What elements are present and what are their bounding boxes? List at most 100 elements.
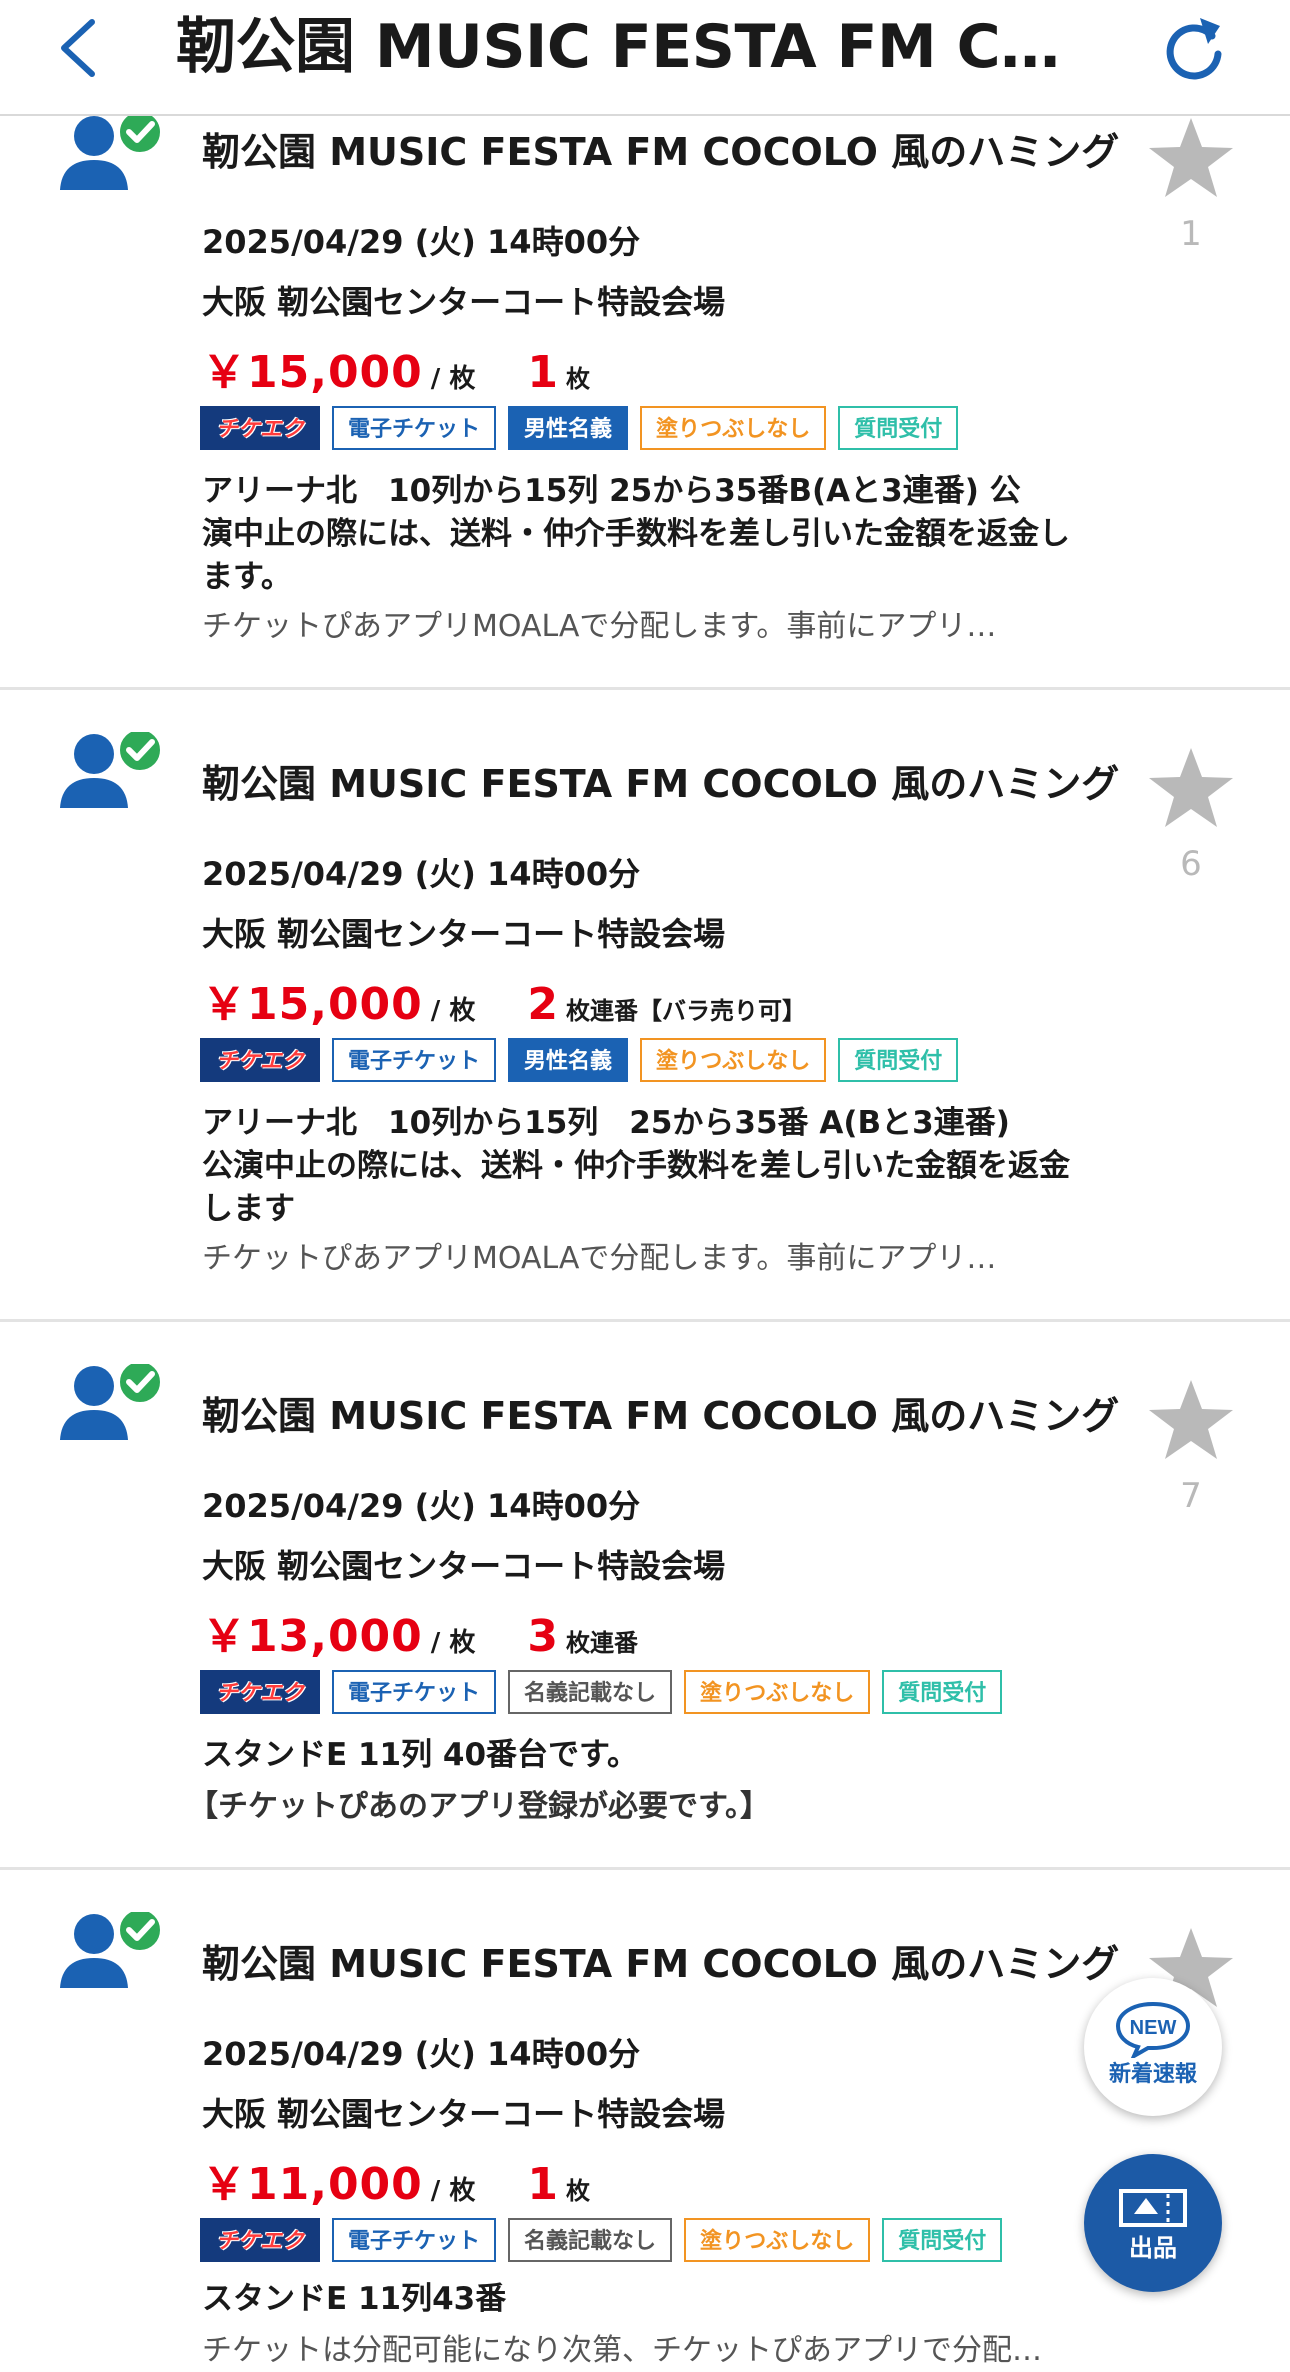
tag-list: チケエク 電子チケット 男性名義 塗りつぶしなし 質問受付 [200,1038,959,1088]
chevron-left-icon[interactable] [52,18,112,78]
event-date: 2025/04/29 (火) 14時00分 [202,223,641,261]
tag-questions: 質問受付 [882,1670,1003,1714]
favorite-button[interactable]: 7 [1146,1378,1236,1516]
favorite-count: 7 [1180,1476,1202,1516]
tag-list: チケエク 電子チケット 名義記載なし 塗りつぶしなし 質問受付 [200,1670,1003,1720]
listing-card[interactable]: 靭公園 MUSIC FESTA FM COCOLO 風のハミング 2025/04… [0,1870,1290,2370]
tag-no-blackout: 塗りつぶしなし [640,406,827,450]
tag-chiketeku: チケエク [200,2218,321,2262]
price-unit: / 枚 [430,996,476,1026]
tag-chiketeku: チケエク [200,1670,321,1714]
star-icon [1149,748,1233,827]
new-badge-text: NEW [1130,2017,1177,2039]
price-unit: / 枚 [430,1628,476,1658]
event-date: 2025/04/29 (火) 14時00分 [202,1487,641,1525]
event-date: 2025/04/29 (火) 14時00分 [202,2035,641,2073]
new-arrivals-label: 新着速報 [1108,2062,1197,2087]
event-date: 2025/04/29 (火) 14時00分 [202,855,641,893]
tag-e-ticket: 電子チケット [332,406,497,450]
listing-card[interactable]: 靭公園 MUSIC FESTA FM COCOLO 風のハミング 6 2025/… [0,690,1290,1322]
listing-card[interactable]: 靭公園 MUSIC FESTA FM COCOLO 風のハミング 7 2025/… [0,1322,1290,1870]
quantity: 3 [527,1611,558,1662]
listing-description: アリーナ北 10列から15列 25から35番 A(Bと3連番) 公演中止の際には… [202,1102,1162,1231]
listing-description: スタンドE 11列43番 [202,2278,1162,2321]
star-icon [1149,1380,1233,1459]
listing-note: チケットぴあアプリMOALAで分配します。事前にアプリ… [202,609,997,644]
price: ￥15,000 [202,347,423,398]
listing-card[interactable]: 靭公園 MUSIC FESTA FM COCOLO 風のハミング 1 2025/… [0,74,1290,690]
price: ￥11,000 [202,2159,423,2210]
event-title: 靭公園 MUSIC FESTA FM COCOLO 風のハミング [202,762,1120,806]
quantity-note: 枚連番【バラ売り可】 [565,997,806,1025]
price-row: ￥11,000/ 枚 1枚 [202,2148,590,2210]
tag-no-name: 名義記載なし [508,1670,673,1714]
tag-chiketeku: チケエク [200,406,321,450]
event-venue: 大阪 靭公園センターコート特設会場 [202,283,726,321]
tag-chiketeku: チケエク [200,1038,321,1082]
tag-male-name: 男性名義 [508,406,629,450]
listing-note: チケットは分配可能になり次第、チケットぴあアプリで分配… [202,2333,1042,2368]
price-row: ￥13,000/ 枚 3 枚連番 [202,1600,638,1662]
reload-icon[interactable] [1160,14,1228,82]
quantity-note: 枚 [565,2177,590,2205]
sell-button[interactable]: 出品 [1084,2154,1222,2292]
tag-e-ticket: 電子チケット [332,1038,497,1082]
tag-questions: 質問受付 [838,406,959,450]
nav-header: 靭公園 MUSIC FESTA FM COC... [0,0,1290,116]
tag-e-ticket: 電子チケット [332,2218,497,2262]
new-arrivals-button[interactable]: NEW 新着速報 [1084,1978,1222,2116]
quantity: 1 [527,2159,558,2210]
tag-e-ticket: 電子チケット [332,1670,497,1714]
description-line: 公演中止の際には、送料・仲介手数料を差し引いた金額を返金 [202,1148,1070,1184]
verified-user-icon [60,1364,164,1440]
event-title: 靭公園 MUSIC FESTA FM COCOLO 風のハミング [202,1394,1120,1438]
price-row: ￥15,000/ 枚 1枚 [202,336,590,398]
description-line: 演中止の際には、送料・仲介手数料を差し引いた金額を返金し [202,516,1070,552]
description-line: します [202,1191,295,1227]
price: ￥13,000 [202,1611,423,1662]
price-unit: / 枚 [430,2176,476,2206]
listing-note: チケットぴあアプリMOALAで分配します。事前にアプリ… [202,1241,997,1276]
listing-description: アリーナ北 10列から15列 25から35番B(Aと3連番) 公 演中止の際には… [202,470,1162,599]
price: ￥15,000 [202,979,423,1030]
description-line: スタンドE 11列43番 [202,2281,507,2317]
verified-user-icon [60,114,164,190]
tag-no-blackout: 塗りつぶしなし [640,1038,827,1082]
event-venue: 大阪 靭公園センターコート特設会場 [202,915,726,953]
new-badge-icon: NEW [1115,2001,1191,2058]
sell-label: 出品 [1129,2234,1177,2262]
star-icon [1149,118,1233,197]
favorite-count: 6 [1180,844,1202,884]
tag-no-name: 名義記載なし [508,2218,673,2262]
verified-user-icon [60,1912,164,1988]
tag-male-name: 男性名義 [508,1038,629,1082]
listing-note: 【チケットぴあのアプリ登録が必要です。】 [188,1789,770,1824]
description-line: アリーナ北 10列から15列 25から35番B(Aと3連番) 公 [202,473,1021,509]
favorite-button[interactable]: 6 [1146,746,1236,884]
description-line: スタンドE 11列 40番台です。 [202,1737,638,1773]
event-title: 靭公園 MUSIC FESTA FM COCOLO 風のハミング [202,1942,1120,1986]
price-unit: / 枚 [430,364,476,394]
favorite-count: 1 [1180,214,1202,254]
tag-no-blackout: 塗りつぶしなし [684,2218,871,2262]
tag-questions: 質問受付 [882,2218,1003,2262]
event-venue: 大阪 靭公園センターコート特設会場 [202,2095,726,2133]
quantity: 1 [527,347,558,398]
favorite-button[interactable]: 1 [1146,116,1236,254]
price-row: ￥15,000/ 枚 2 枚連番【バラ売り可】 [202,968,806,1030]
quantity: 2 [527,979,558,1030]
event-venue: 大阪 靭公園センターコート特設会場 [202,1547,726,1585]
tag-list: チケエク 電子チケット 男性名義 塗りつぶしなし 質問受付 [200,406,959,456]
verified-user-icon [60,732,164,808]
ticket-upload-icon [1119,2189,1187,2227]
description-line: アリーナ北 10列から15列 25から35番 A(Bと3連番) [202,1105,1010,1141]
page-title: 靭公園 MUSIC FESTA FM COC... [176,12,1106,82]
tag-list: チケエク 電子チケット 名義記載なし 塗りつぶしなし 質問受付 [200,2218,1003,2268]
listing-description: スタンドE 11列 40番台です。 [202,1734,1162,1777]
tag-no-blackout: 塗りつぶしなし [684,1670,871,1714]
event-title: 靭公園 MUSIC FESTA FM COCOLO 風のハミング [202,130,1120,174]
tag-questions: 質問受付 [838,1038,959,1082]
description-line: ます。 [202,559,292,595]
quantity-note: 枚 [565,365,590,393]
quantity-note: 枚連番 [565,1629,638,1657]
